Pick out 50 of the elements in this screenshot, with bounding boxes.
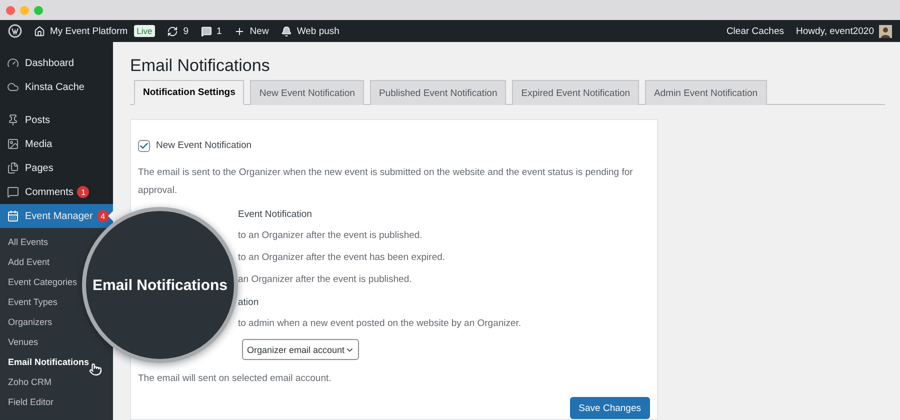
new-link[interactable]: New [234, 26, 269, 36]
checkbox-label: Event Notification [238, 208, 312, 220]
tab[interactable]: Published Event Notification [370, 80, 506, 105]
tab[interactable]: Admin Event Notification [645, 80, 767, 105]
live-badge: Live [134, 25, 156, 37]
description-text: to an Organizer after the event has been expired. [238, 251, 446, 265]
description-text: The email will sent on selected email account. [138, 373, 332, 384]
sidebar-item[interactable]: Pages [0, 156, 113, 180]
magnified-label: Email Notifications [92, 276, 228, 294]
account-link[interactable]: Howdy, event2020 [796, 24, 892, 38]
site-link[interactable]: My Event Platform [34, 26, 128, 36]
count-badge: 4 [96, 210, 109, 222]
submenu-item[interactable]: Zoho CRM [0, 372, 52, 392]
clear-caches-link[interactable]: Clear Caches [726, 26, 784, 36]
sidebar-item-label: Comments [25, 186, 74, 198]
sidebar-item-label: Pages [25, 162, 54, 174]
submenu-item[interactable]: Venues [0, 332, 38, 352]
page-title: Email Notifications [130, 56, 271, 77]
description-text: an Organizer after the event is published. [238, 273, 412, 287]
sidebar-item[interactable]: Kinsta Cache [0, 75, 113, 99]
tab[interactable]: Expired Event Notification [512, 80, 640, 105]
sidebar-item-label: Kinsta Cache [25, 82, 84, 92]
tab[interactable]: New Event Notification [250, 80, 364, 105]
submenu-item[interactable]: Field Editor [0, 392, 54, 412]
submenu-item[interactable]: Event Categories [0, 272, 78, 292]
submenu-item[interactable]: Organizers [0, 312, 52, 332]
sidebar-item[interactable]: Event Manager 4 [0, 204, 113, 228]
description-text: The email is sent to the Organizer when the new event is submitted on the website and the event status is pending for approval. [138, 167, 633, 196]
sidebar-item-label: Posts [25, 114, 50, 126]
checkbox-label: ation [238, 296, 259, 308]
web-push-link[interactable]: Web push [280, 26, 340, 36]
description-text: to an Organizer after the event is published. [238, 229, 422, 243]
sidebar-item[interactable]: Comments 1 [0, 180, 113, 204]
save-button[interactable]: Save Changes [570, 397, 650, 419]
email-account-select[interactable]: Organizer email account [242, 339, 359, 360]
submenu-item[interactable]: All Events [0, 232, 48, 252]
comments-link[interactable]: 1 [200, 26, 222, 36]
sidebar-item[interactable]: Media [0, 132, 113, 156]
submenu-item[interactable]: Event Types [0, 292, 58, 312]
sidebar-item-label: Dashboard [25, 58, 74, 68]
description-text: to admin when a new event posted on the website by an Organizer. [238, 317, 522, 331]
checkbox-label: New Event Notification [156, 140, 252, 151]
sidebar-item[interactable]: Dashboard [0, 51, 113, 75]
tab[interactable]: Notification Settings [134, 80, 244, 105]
count-badge: 1 [77, 186, 90, 198]
sidebar-item-label: Event Manager [25, 210, 93, 222]
sidebar-item[interactable]: Posts [0, 108, 113, 132]
sidebar-item-label: Media [25, 138, 52, 150]
updates-link[interactable]: 9 [167, 26, 188, 36]
submenu-item[interactable]: Add Event [0, 252, 50, 272]
